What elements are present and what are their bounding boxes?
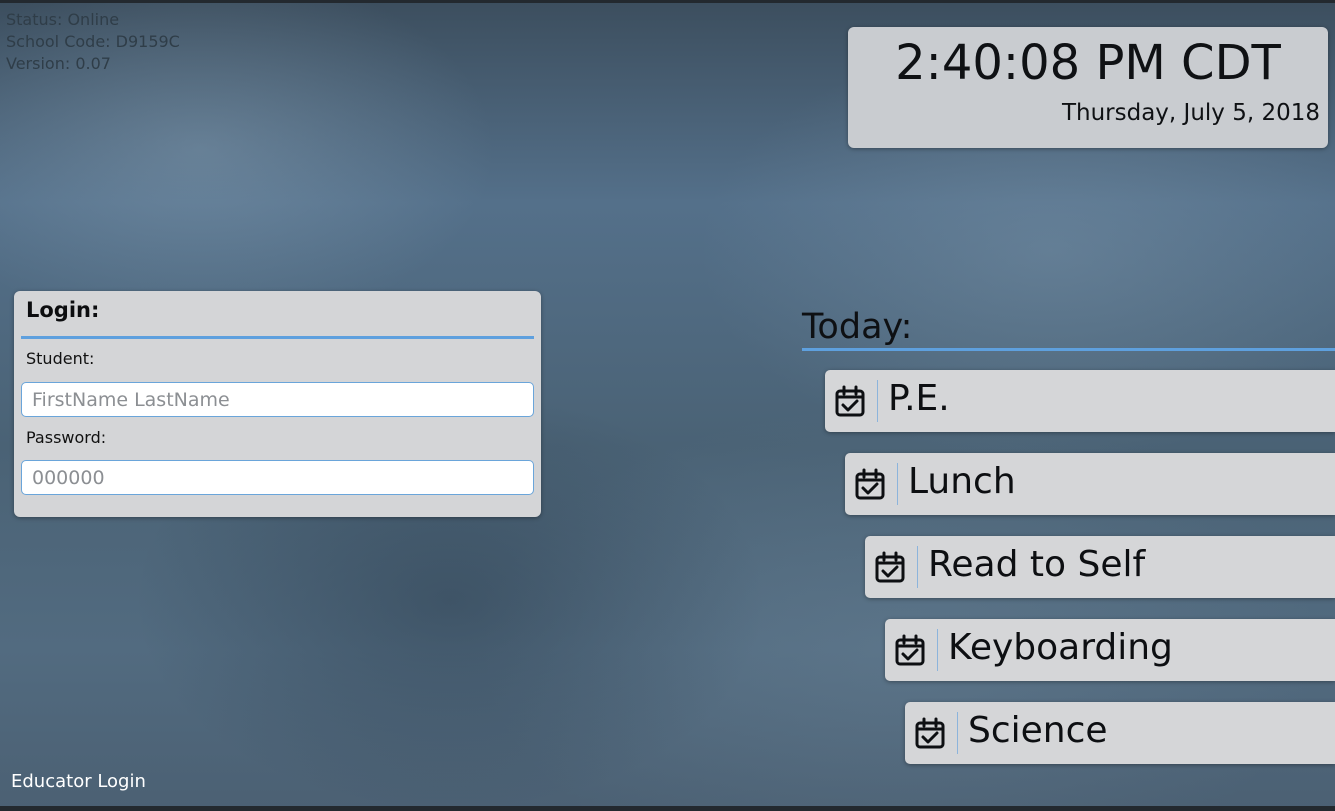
schedule-item-divider	[937, 629, 938, 671]
top-edge	[0, 0, 1335, 3]
schedule-item[interactable]: P.E.	[825, 370, 1335, 432]
schedule-item-label: Read to Self	[928, 544, 1146, 585]
school-code-text: School Code: D9159C	[6, 32, 180, 51]
schedule-item-divider	[917, 546, 918, 588]
schedule-item-label: Science	[968, 710, 1108, 751]
schedule-item-divider	[897, 463, 898, 505]
schedule-item-label: Lunch	[908, 461, 1016, 502]
version-text: Version: 0.07	[6, 54, 111, 73]
status-panel: Status: Online School Code: D9159C Versi…	[6, 9, 180, 75]
schedule-item-label: P.E.	[888, 378, 950, 419]
calendar-check-icon	[835, 385, 865, 417]
today-heading: Today:	[802, 307, 913, 347]
student-name-input[interactable]	[21, 382, 534, 417]
schedule-item-divider	[957, 712, 958, 754]
calendar-check-icon	[855, 468, 885, 500]
calendar-check-icon	[895, 634, 925, 666]
calendar-check-icon	[875, 551, 905, 583]
schedule-item-divider	[877, 380, 878, 422]
schedule-item[interactable]: Read to Self	[865, 536, 1335, 598]
status-text: Status: Online	[6, 10, 120, 29]
schedule-item-label: Keyboarding	[948, 627, 1173, 668]
clock-card: 2:40:08 PM CDT Thursday, July 5, 2018	[848, 27, 1328, 148]
schedule-item[interactable]: Keyboarding	[885, 619, 1335, 681]
login-title: Login:	[26, 298, 100, 322]
password-input[interactable]	[21, 460, 534, 495]
login-panel: Login: Student: Password:	[14, 291, 541, 517]
password-label: Password:	[26, 428, 107, 447]
educator-login-link[interactable]: Educator Login	[11, 771, 146, 792]
calendar-check-icon	[915, 717, 945, 749]
clock-date: Thursday, July 5, 2018	[1061, 100, 1320, 126]
schedule-item[interactable]: Lunch	[845, 453, 1335, 515]
clock-time: 2:40:08 PM CDT	[895, 35, 1281, 91]
today-divider	[802, 348, 1335, 351]
bottom-edge	[0, 806, 1335, 811]
login-divider	[21, 336, 534, 339]
student-label: Student:	[26, 349, 95, 368]
schedule-item[interactable]: Science	[905, 702, 1335, 764]
